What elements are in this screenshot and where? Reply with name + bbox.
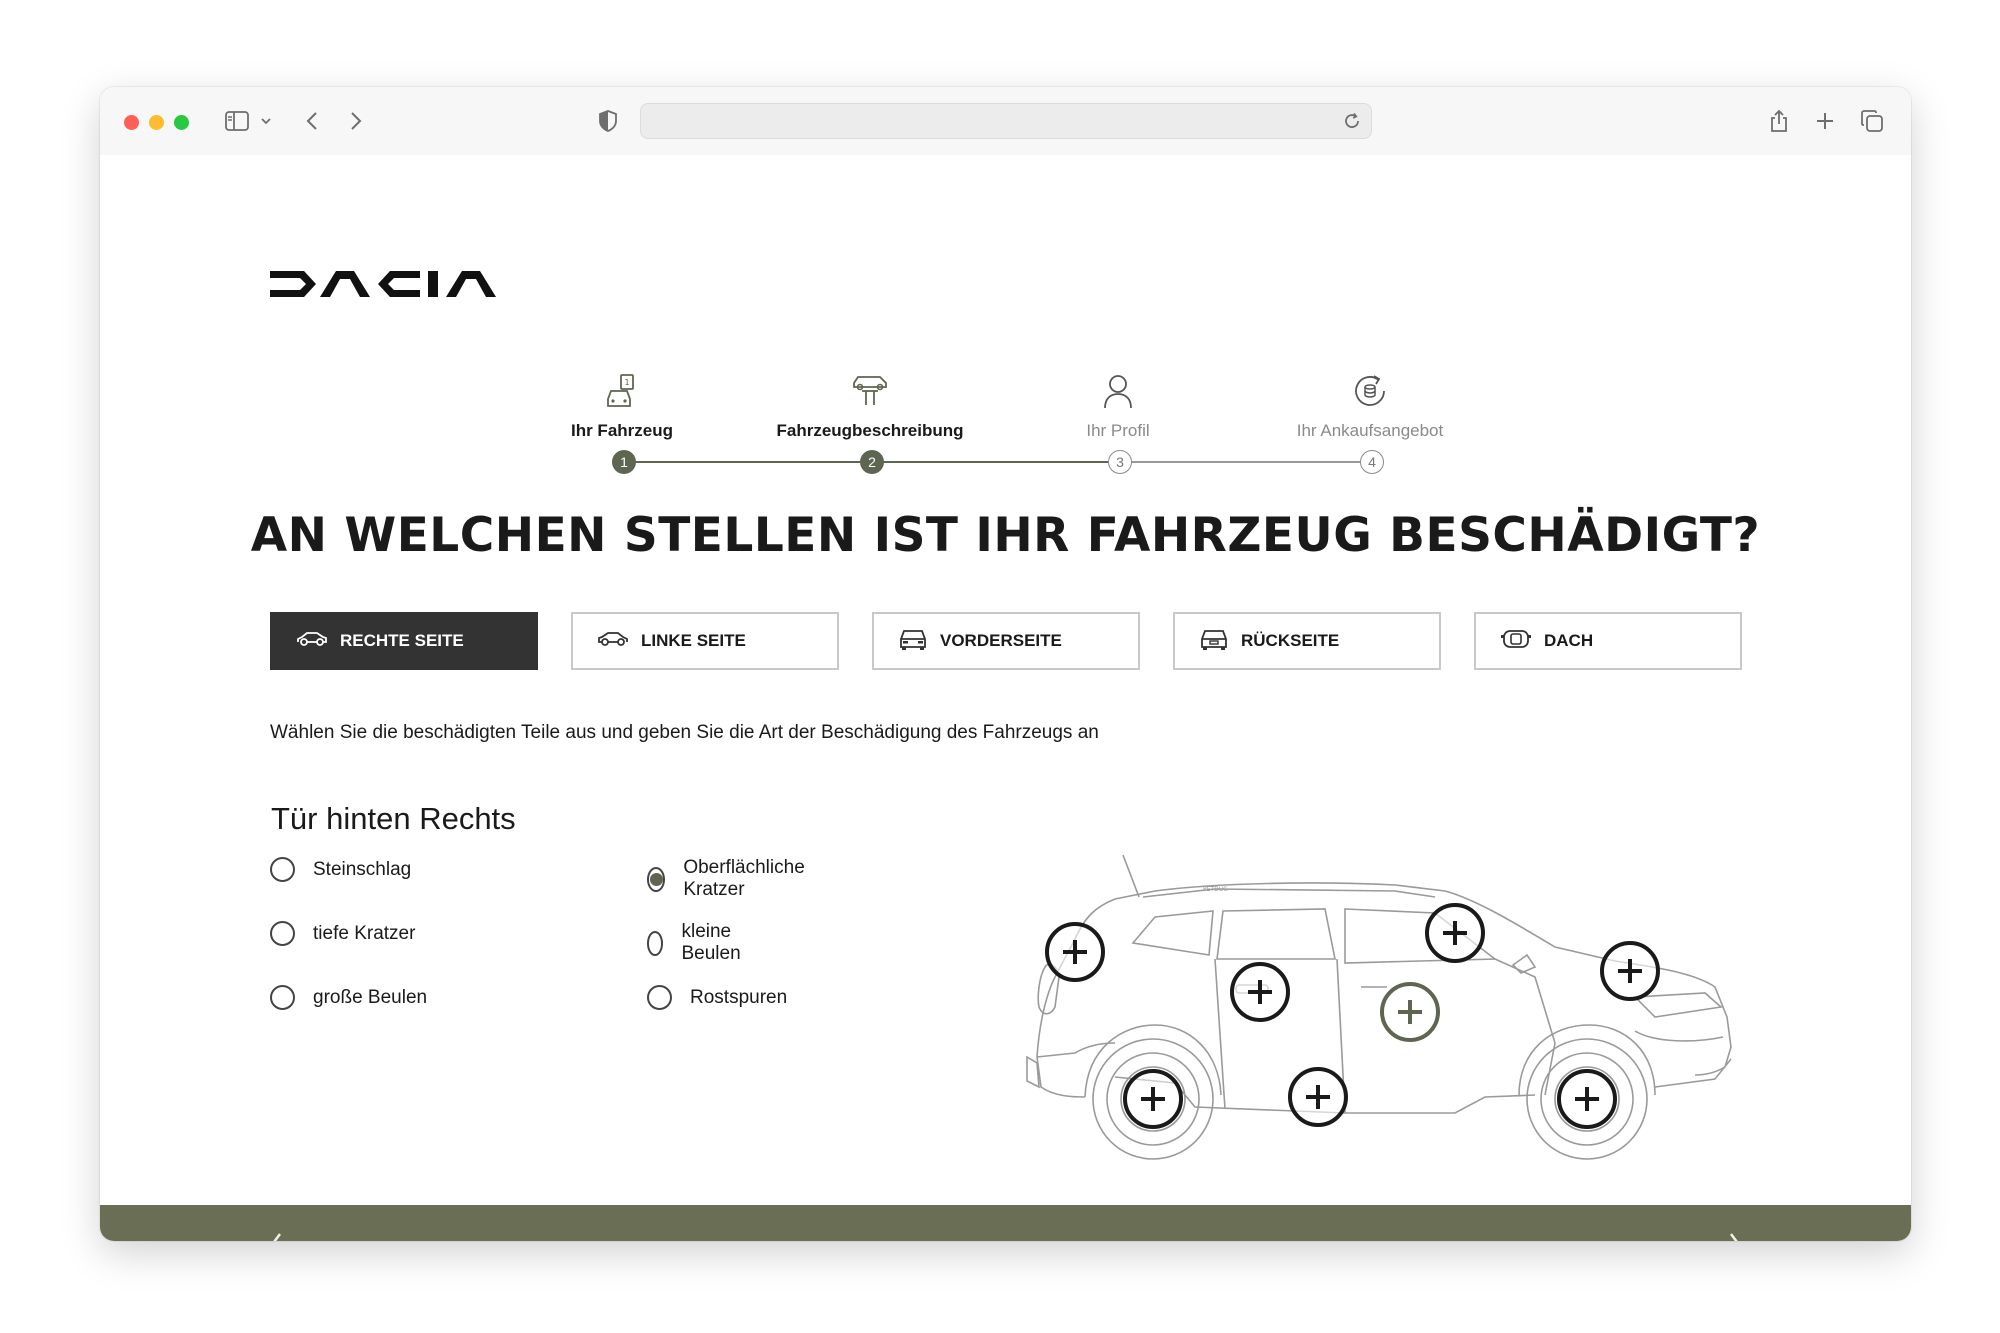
car-side-left-icon — [597, 630, 629, 653]
radio-button[interactable] — [647, 930, 664, 956]
hotspot-front-wheel[interactable] — [1557, 1069, 1617, 1129]
car-roof-icon — [1500, 628, 1532, 655]
step-label: Ihr Fahrzeug — [570, 421, 673, 440]
step-label: Ihr Profil — [1086, 421, 1150, 440]
tab-label: RÜCKSEITE — [1241, 631, 1340, 650]
step-fahrzeugbeschreibung[interactable]: Fahrzeugbeschreibung — [760, 367, 980, 441]
radio-button[interactable] — [270, 985, 295, 1010]
car-rear-icon — [1199, 627, 1229, 656]
tab-rueckseite[interactable]: RÜCKSEITE — [1173, 612, 1441, 670]
chevron-down-icon[interactable] — [258, 105, 274, 137]
car-front-icon — [898, 627, 928, 656]
option-kleine-beulen[interactable]: kleine Beulen — [647, 921, 749, 965]
hotspot-rear-door[interactable] — [1230, 962, 1290, 1022]
step-dot-1: 1 — [612, 450, 636, 474]
option-steinschlag[interactable]: Steinschlag — [270, 857, 411, 882]
browser-window: 1 Ihr Fahrzeug 1 Fahrzeugbeschreibung 2 … — [100, 87, 1911, 1241]
back-icon[interactable] — [298, 105, 326, 137]
option-grosse-beulen[interactable]: große Beulen — [270, 985, 427, 1010]
option-rostspuren[interactable]: Rostspuren — [647, 985, 787, 1010]
option-label: kleine Beulen — [681, 921, 741, 964]
shield-icon[interactable] — [594, 105, 622, 137]
option-label: Rostspuren — [690, 986, 788, 1008]
dacia-logo[interactable] — [270, 271, 502, 302]
radio-button[interactable] — [270, 857, 295, 882]
zoom-window-button[interactable] — [174, 115, 189, 130]
tab-vorderseite[interactable]: VORDERSEITE — [872, 612, 1140, 670]
tab-label: VORDERSEITE — [940, 631, 1062, 650]
car-lift-icon — [760, 367, 980, 411]
option-label: Oberflächliche Kratzer — [683, 857, 805, 900]
hotspot-rear-quarter[interactable] — [1045, 922, 1105, 982]
tabs-icon[interactable] — [1858, 105, 1886, 137]
step-label: Fahrzeugbeschreibung — [776, 421, 964, 440]
option-tiefe-kratzer[interactable]: tiefe Kratzer — [270, 921, 415, 946]
person-icon — [1008, 367, 1228, 411]
forward-icon[interactable] — [342, 105, 370, 137]
chevron-left-icon[interactable] — [270, 1231, 284, 1241]
radio-button[interactable] — [647, 985, 672, 1010]
hotspot-front-fender[interactable] — [1600, 941, 1660, 1001]
step-dot-3: 3 — [1108, 450, 1132, 474]
option-label: Steinschlag — [313, 858, 412, 880]
view-tabs: RECHTE SEITE LINKE SEITE VORDERSEITE RÜC… — [270, 612, 1742, 670]
page-title: AN WELCHEN STELLEN IST IHR FAHRZEUG BESC… — [250, 508, 1761, 563]
address-bar[interactable] — [640, 103, 1372, 139]
minimize-window-button[interactable] — [149, 115, 164, 130]
option-label: tiefe Kratzer — [313, 922, 416, 944]
car-diagram: PETDUG — [1015, 847, 1755, 1172]
browser-toolbar — [100, 87, 1911, 155]
option-oberflaechliche-kratzer[interactable]: Oberflächliche Kratzer — [647, 857, 811, 901]
hotspot-front-door[interactable] — [1380, 982, 1440, 1042]
tab-rechte-seite[interactable]: RECHTE SEITE — [270, 612, 538, 670]
step-label: Ihr Ankaufsangebot — [1296, 421, 1444, 440]
page-content: 1 Ihr Fahrzeug 1 Fahrzeugbeschreibung 2 … — [100, 155, 1911, 1241]
step-dot-2: 2 — [860, 450, 884, 474]
stepper-track-done — [624, 461, 872, 463]
instruction-text: Wählen Sie die beschädigten Teile aus un… — [270, 722, 1099, 743]
step-ihr-fahrzeug[interactable]: 1 Ihr Fahrzeug — [512, 367, 732, 441]
radio-button[interactable] — [647, 866, 666, 892]
reload-icon[interactable] — [1343, 112, 1361, 135]
close-window-button[interactable] — [124, 115, 139, 130]
sidebar-icon[interactable] — [222, 105, 252, 137]
coin-refresh-icon — [1260, 367, 1480, 411]
svg-text:1: 1 — [624, 378, 629, 387]
step-ihr-profil[interactable]: Ihr Profil — [1008, 367, 1228, 441]
hotspot-sill[interactable] — [1288, 1067, 1348, 1127]
tab-label: RECHTE SEITE — [340, 631, 464, 650]
stepper-track-done — [872, 461, 1120, 463]
share-icon[interactable] — [1765, 105, 1793, 137]
tab-label: DACH — [1544, 631, 1594, 650]
car-side-right-icon — [296, 630, 328, 653]
option-label: große Beulen — [313, 986, 428, 1008]
chevron-right-icon[interactable] — [1727, 1231, 1741, 1241]
tab-linke-seite[interactable]: LINKE SEITE — [571, 612, 839, 670]
radio-button[interactable] — [270, 921, 295, 946]
step-dot-4: 4 — [1360, 450, 1384, 474]
hotspot-rear-wheel[interactable] — [1123, 1069, 1183, 1129]
new-tab-icon[interactable] — [1811, 105, 1839, 137]
tab-label: LINKE SEITE — [641, 631, 746, 650]
footer-nav-bar — [100, 1205, 1911, 1241]
svg-text:PETDUG: PETDUG — [1203, 886, 1228, 893]
hotspot-windshield[interactable] — [1425, 903, 1485, 963]
tab-dach[interactable]: DACH — [1474, 612, 1742, 670]
car-document-icon: 1 — [512, 367, 732, 411]
stepper-track-todo — [1120, 461, 1372, 463]
selected-part-title: Tür hinten Rechts — [271, 801, 516, 836]
step-ihr-ankaufsangebot[interactable]: Ihr Ankaufsangebot — [1260, 367, 1480, 441]
